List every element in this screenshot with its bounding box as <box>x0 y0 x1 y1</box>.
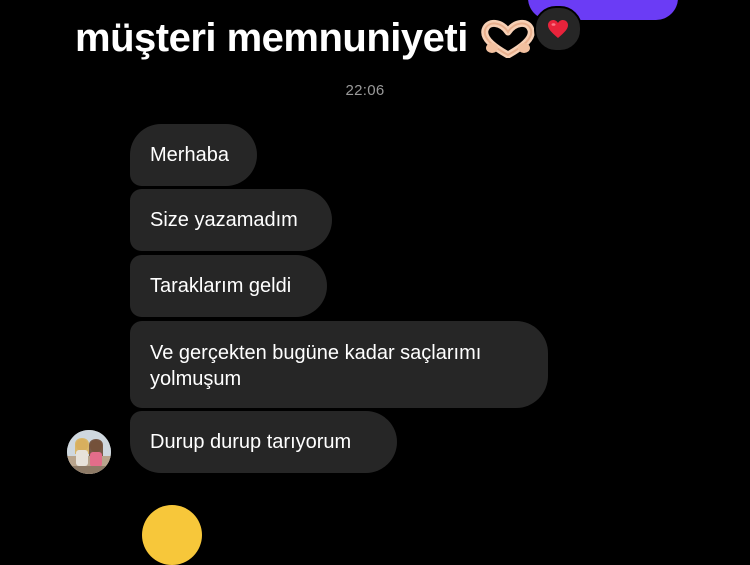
reaction-badge[interactable] <box>534 6 582 52</box>
avatar-photo <box>67 430 111 474</box>
received-message-bubble[interactable]: Durup durup tarıyorum <box>130 411 397 473</box>
message-text: Ve gerçekten bugüne kadar saçlarımı yolm… <box>150 341 482 390</box>
received-message-bubble[interactable]: Merhaba <box>130 124 257 186</box>
received-message-bubble[interactable]: Taraklarım geldi <box>130 255 327 317</box>
sender-avatar[interactable] <box>67 430 111 474</box>
sent-caption: müşteri memnuniyeti <box>75 8 536 68</box>
message-text: Taraklarım geldi <box>150 275 292 297</box>
heart-hands-icon <box>481 20 535 58</box>
received-message-bubble[interactable]: Ve gerçekten bugüne kadar saçlarımı yolm… <box>130 321 548 408</box>
emoji-icon <box>142 505 202 565</box>
message-text: Merhaba <box>150 144 229 166</box>
received-message-bubble[interactable]: Size yazamadım <box>130 189 332 251</box>
red-heart-icon <box>548 20 568 38</box>
message-text: Durup durup tarıyorum <box>150 431 352 453</box>
message-text: Size yazamadım <box>150 209 298 231</box>
sent-caption-text: müşteri memnuniyeti <box>75 16 468 60</box>
message-timestamp: 22:06 <box>345 82 385 99</box>
